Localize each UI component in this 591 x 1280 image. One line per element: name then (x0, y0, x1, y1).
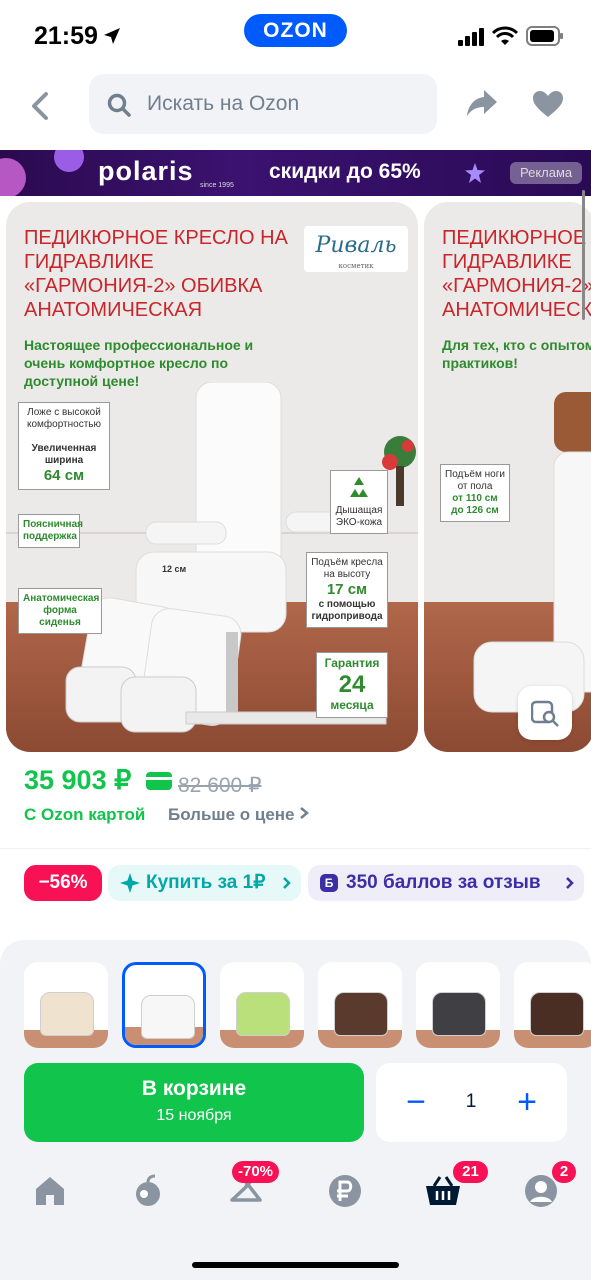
callout-lift-value: 17 см (326, 581, 368, 598)
color-variant-thumbnail[interactable] (122, 962, 206, 1048)
thumbnail-chair (334, 992, 388, 1036)
brand-logo-text: Риваль (315, 233, 397, 258)
points-icon: Б (320, 874, 338, 892)
callout-lift-text: с помощью гидропривода (311, 599, 383, 622)
search-input[interactable] (147, 74, 427, 134)
callout-eco-leather: Дышащая ЭКО-кожа (330, 470, 388, 534)
callout-warranty-unit: месяца (330, 698, 374, 712)
callout-bed-text: Увеличенная ширина (31, 443, 97, 466)
ozon-logo-pill[interactable]: OZON (244, 14, 347, 47)
product-image-main[interactable]: ПЕДИКЮРНОЕ КРЕСЛО НА ГИДРАВЛИКЕ «ГАРМОНИ… (6, 202, 418, 752)
location-arrow-icon (104, 28, 120, 44)
callout-seat: Анатомическая форма сиденья (18, 588, 102, 634)
share-icon[interactable] (466, 88, 498, 118)
banner-decor-ball (54, 150, 84, 172)
callout-eco-text: Дышащая ЭКО-кожа (335, 505, 383, 528)
color-variant-thumbnail[interactable] (24, 962, 108, 1048)
color-variant-thumbnail[interactable] (318, 962, 402, 1048)
banner-brand: polaris (98, 156, 194, 186)
increase-quantity-button[interactable]: + (509, 1083, 545, 1123)
status-time: 21:59 (34, 22, 98, 50)
battery-icon (526, 26, 563, 46)
in-cart-button[interactable]: В корзине 15 ноября (24, 1063, 364, 1142)
brand-logo: Риваль косметик (304, 226, 408, 272)
recycle-icon (350, 477, 368, 497)
sparkle-icon (120, 873, 140, 893)
visual-search-button[interactable] (518, 686, 572, 740)
callout-warranty-value: 24 (338, 671, 366, 698)
callout-lift-title: Подъём кресла на высоту (311, 557, 383, 580)
discount-badge: −56% (24, 865, 102, 901)
wifi-icon (492, 26, 518, 45)
ad-label: Реклама (510, 162, 583, 184)
banner-brand-since: since 1995 (200, 182, 234, 189)
home-indicator[interactable] (192, 1262, 399, 1268)
thumbnail-chair (141, 995, 195, 1039)
divider (0, 848, 591, 849)
callout-bed-title: Ложе с высокой комфортностью (26, 407, 101, 430)
status-bar: 21:59 OZON (0, 0, 591, 72)
ozon-card-note: С Ozon картой (24, 805, 146, 824)
fresh-apple-icon[interactable] (131, 1174, 165, 1208)
favorite-heart-icon[interactable] (532, 90, 564, 118)
delivery-date: 15 ноября (156, 1107, 232, 1124)
chevron-right-icon (566, 877, 574, 889)
ozon-card-icon (146, 772, 172, 790)
more-about-price-link[interactable]: Больше о цене (168, 805, 310, 825)
profile-notification-badge: 2 (552, 1161, 576, 1183)
more-about-price-label: Больше о цене (168, 805, 295, 824)
star-icon (465, 163, 485, 183)
thumbnail-chair (530, 992, 584, 1036)
price-old: 82 600 ₽ (178, 774, 262, 797)
image2-product-subtitle: Для тех, кто с опытом. Для практиков! (442, 337, 591, 371)
thumbnail-chair (432, 992, 486, 1036)
scroll-indicator[interactable] (582, 190, 585, 320)
search-bar[interactable] (89, 74, 437, 134)
quantity-stepper[interactable]: − 1 + (376, 1063, 567, 1142)
image-search-icon (531, 700, 559, 727)
callout-warranty: Гарантия 24 месяца (316, 652, 388, 718)
profile-icon[interactable] (524, 1174, 558, 1208)
cellular-signal-icon (458, 28, 484, 46)
search-icon (107, 93, 131, 117)
quantity-value: 1 (465, 1091, 477, 1112)
price-current: 35 903 ₽ (24, 765, 132, 795)
image-product-title: ПЕДИКЮРНОЕ КРЕСЛО НА ГИДРАВЛИКЕ «ГАРМОНИ… (24, 227, 288, 321)
callout-bed-value: 64 см (43, 467, 85, 484)
callout-legs-title: Подъём ноги от пола (445, 469, 505, 492)
home-icon[interactable] (33, 1174, 67, 1208)
in-cart-label: В корзине (141, 1077, 247, 1100)
product-image-next[interactable]: ПЕДИКЮРНОЕ КРЕСЛО НА ГИДРАВЛИКЕ «ГАРМОНИ… (424, 202, 591, 752)
thumbnail-chair (236, 992, 290, 1036)
banner-promo-text: скидки до 65% (269, 160, 421, 183)
decrease-quantity-button[interactable]: − (398, 1083, 434, 1123)
cart-count-badge: 21 (453, 1161, 488, 1183)
buy-for-1-button[interactable]: Купить за 1₽ (108, 865, 301, 901)
chevron-right-icon (283, 877, 291, 889)
thumbnail-chair (40, 992, 94, 1036)
color-variant-thumbnail[interactable] (416, 962, 500, 1048)
review-points-label: 350 баллов за отзыв (346, 872, 541, 893)
sale-badge: -70% (232, 1161, 280, 1183)
pedicure-chair-illustration (473, 392, 591, 713)
review-points-button[interactable]: Б 350 баллов за отзыв (308, 865, 584, 901)
color-variant-thumbnail[interactable] (220, 962, 304, 1048)
callout-bed-width: Ложе с высокой комфортностью Увеличенная… (18, 402, 110, 490)
callout-gap: 12 см (162, 564, 187, 574)
chevron-right-icon (300, 807, 310, 819)
brand-logo-subtext: косметик (338, 262, 374, 270)
callout-lift: Подъём кресла на высоту 17 см с помощью … (306, 552, 388, 628)
color-variant-thumbnail[interactable] (514, 962, 591, 1048)
finance-ruble-icon[interactable] (328, 1174, 362, 1208)
back-arrow-icon[interactable] (24, 88, 60, 124)
polaris-ad-banner[interactable]: polaris since 1995 скидки до 65% Реклама (0, 150, 591, 196)
callout-lumbar: Поясничная поддержка (18, 514, 83, 548)
image2-product-title: ПЕДИКЮРНОЕ КРЕСЛО НА ГИДРАВЛИКЕ «ГАРМОНИ… (442, 227, 591, 321)
banner-decor-ball (0, 158, 26, 196)
callout-legs-value: от 110 см до 126 см (451, 493, 499, 516)
callout-legs: Подъём ноги от пола от 110 см до 126 см (440, 464, 510, 522)
callout-warranty-title: Гарантия (324, 656, 380, 670)
buy-for-1-label: Купить за 1₽ (146, 872, 266, 893)
